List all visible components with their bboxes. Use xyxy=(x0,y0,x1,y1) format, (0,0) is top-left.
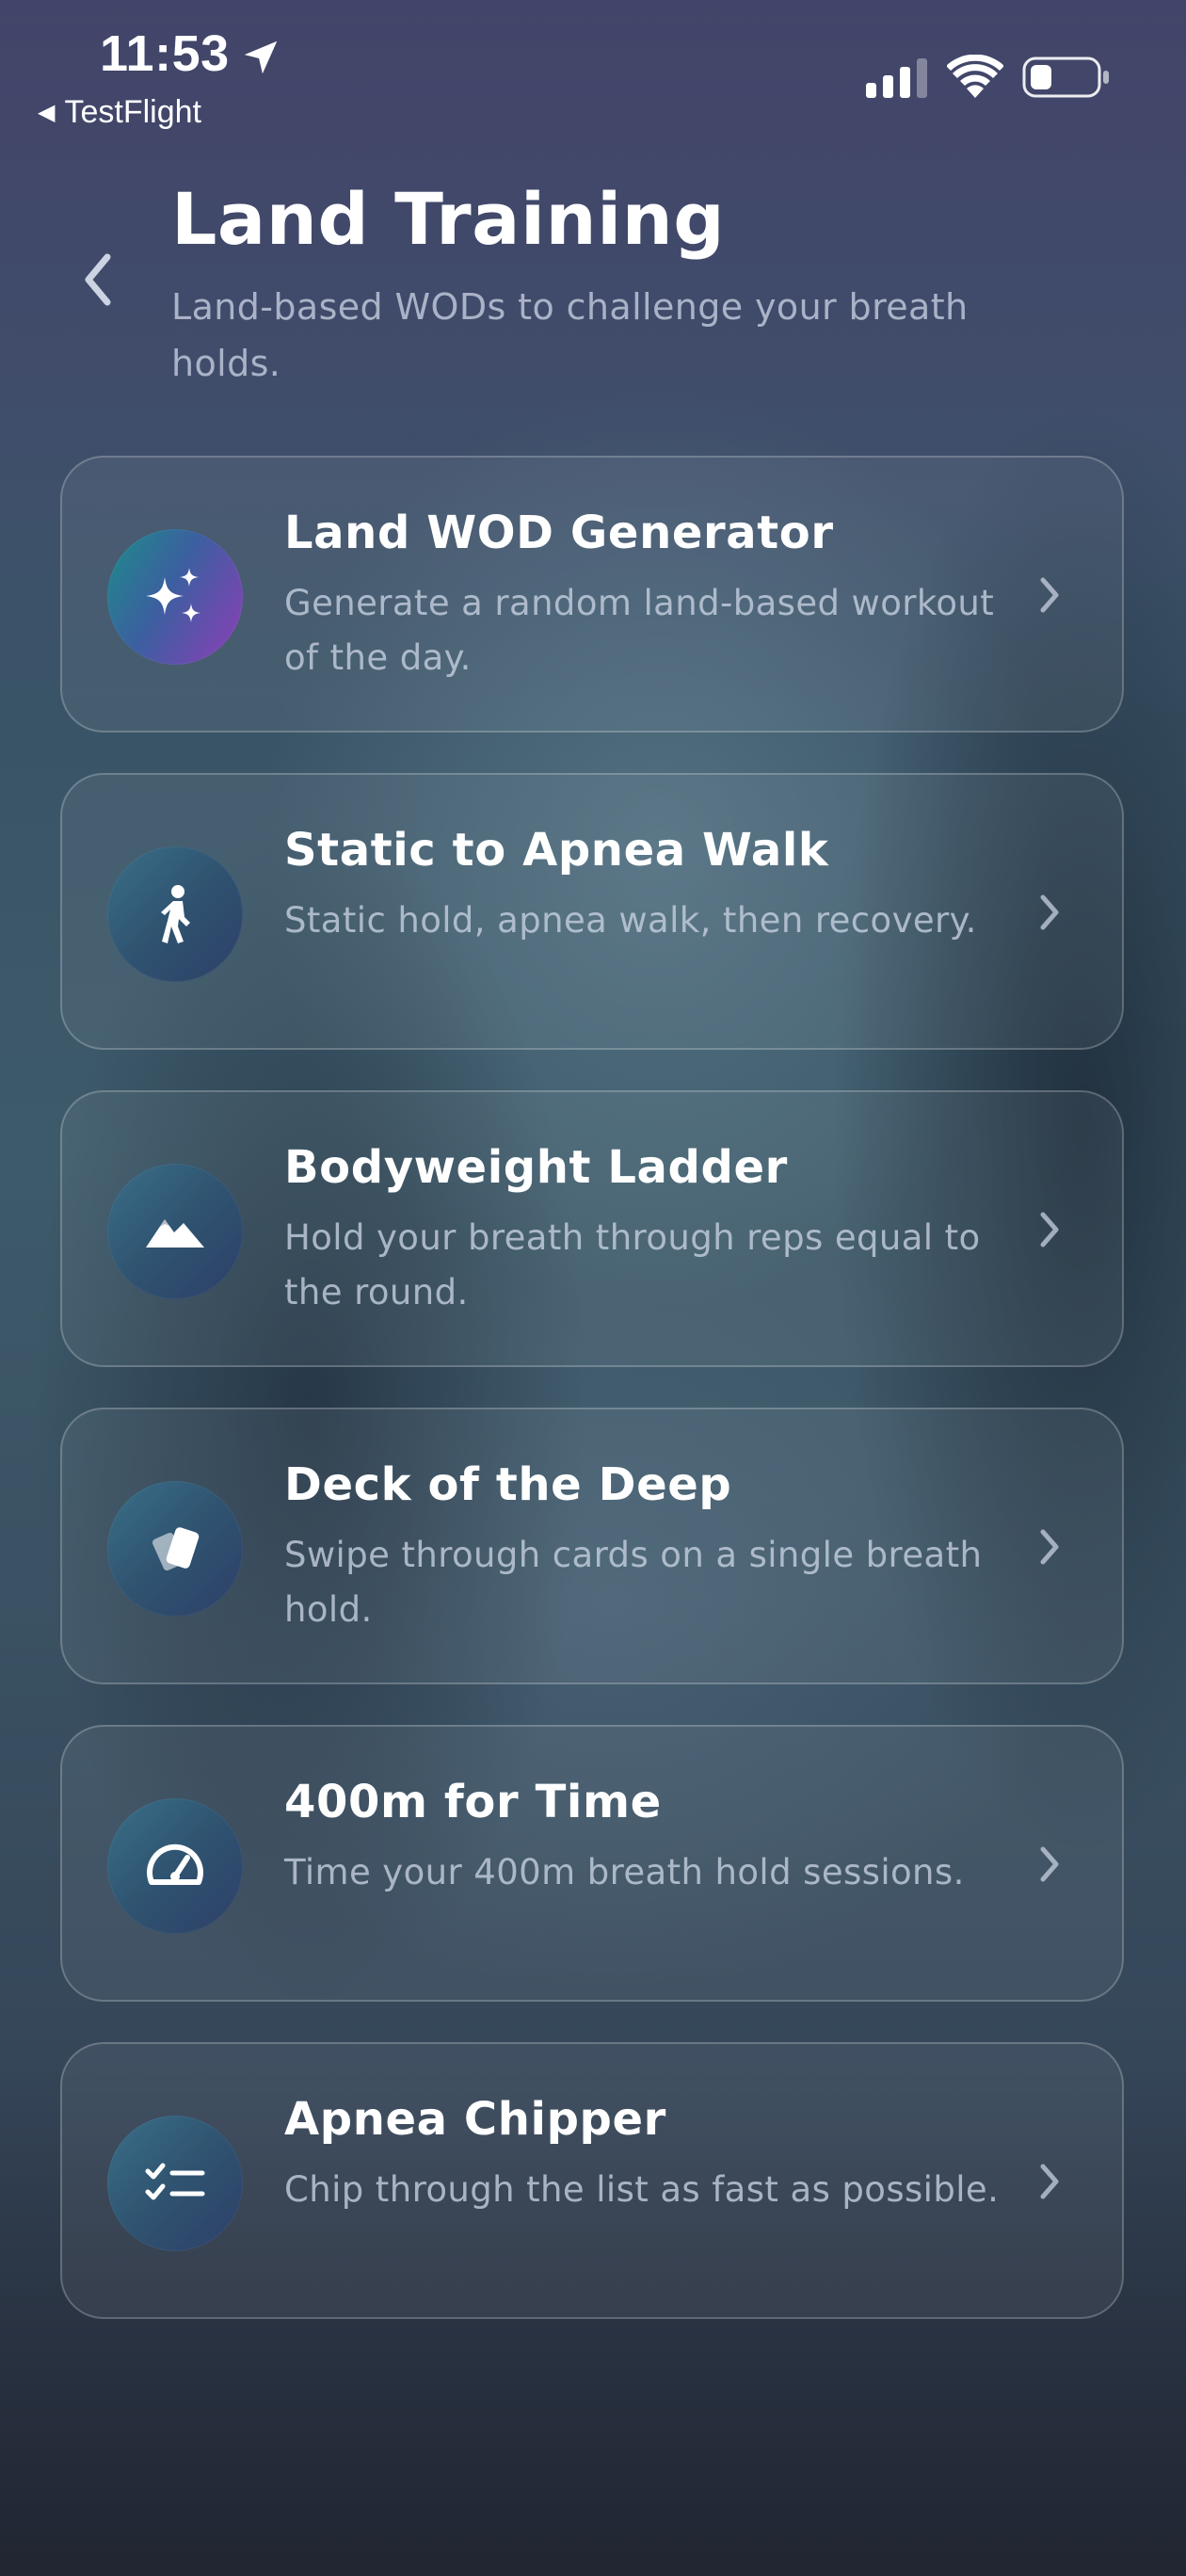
card-static-to-apnea-walk[interactable]: Static to Apnea Walk Static hold, apnea … xyxy=(60,773,1124,1050)
card-description: Generate a random land-based workout of … xyxy=(284,583,995,678)
checklist-icon xyxy=(145,2163,205,2200)
chevron-right-icon xyxy=(1040,577,1059,613)
back-to-app-link[interactable]: ◀ TestFlight xyxy=(38,94,201,131)
chevron-right-icon xyxy=(1040,1846,1059,1882)
card-icon-badge xyxy=(107,1164,243,1299)
card-icon-badge xyxy=(107,846,243,982)
wifi-icon xyxy=(947,55,1003,98)
card-title: Land WOD Generator xyxy=(284,507,834,559)
back-button[interactable] xyxy=(70,247,126,313)
card-bodyweight-ladder[interactable]: Bodyweight Ladder Hold your breath throu… xyxy=(60,1090,1124,1367)
sparkles-icon xyxy=(146,568,200,622)
battery-icon xyxy=(1022,56,1109,98)
chevron-right-icon xyxy=(1040,2164,1059,2199)
card-description: Static hold, apnea walk, then recovery. xyxy=(284,900,977,941)
chevron-left-icon xyxy=(85,253,111,306)
card-title: Static to Apnea Walk xyxy=(284,824,829,877)
card-title: Apnea Chipper xyxy=(284,2093,666,2146)
back-triangle-icon: ◀ xyxy=(38,100,56,125)
card-icon-badge xyxy=(107,1798,243,1934)
card-deck-of-the-deep[interactable]: Deck of the Deep Swipe through cards on … xyxy=(60,1408,1124,1684)
card-description: Swipe through cards on a single breath h… xyxy=(284,1535,983,1630)
card-400m-for-time[interactable]: 400m for Time Time your 400m breath hold… xyxy=(60,1725,1124,2002)
card-land-wod-generator[interactable]: Land WOD Generator Generate a random lan… xyxy=(60,456,1124,733)
card-icon-badge xyxy=(107,529,243,665)
card-icon-badge xyxy=(107,2116,243,2251)
page-subtitle: Land-based WODs to challenge your breath… xyxy=(171,286,969,384)
card-description: Time your 400m breath hold sessions. xyxy=(284,1852,965,1892)
mountains-icon xyxy=(146,1219,204,1248)
walking-person-icon xyxy=(161,885,190,943)
location-arrow-icon xyxy=(244,40,278,74)
card-title: Deck of the Deep xyxy=(284,1458,732,1511)
card-icon-badge xyxy=(107,1481,243,1617)
card-title: Bodyweight Ladder xyxy=(284,1141,788,1194)
chevron-right-icon xyxy=(1040,1529,1059,1565)
speedometer-icon xyxy=(147,1843,203,1885)
card-description: Hold your breath through reps equal to t… xyxy=(284,1217,981,1312)
card-description: Chip through the list as fast as possibl… xyxy=(284,2169,1000,2210)
card-title: 400m for Time xyxy=(284,1776,662,1828)
card-apnea-chipper[interactable]: Apnea Chipper Chip through the list as f… xyxy=(60,2042,1124,2319)
cards-icon xyxy=(152,1527,200,1571)
back-to-app-label: TestFlight xyxy=(64,94,201,130)
cellular-signal-icon xyxy=(866,58,927,98)
chevron-right-icon xyxy=(1040,894,1059,930)
page-title: Land Training xyxy=(171,177,726,261)
status-bar: 11:53 ◀ TestFlight xyxy=(0,0,1186,141)
status-time: 11:53 xyxy=(100,25,230,82)
chevron-right-icon xyxy=(1040,1212,1059,1248)
